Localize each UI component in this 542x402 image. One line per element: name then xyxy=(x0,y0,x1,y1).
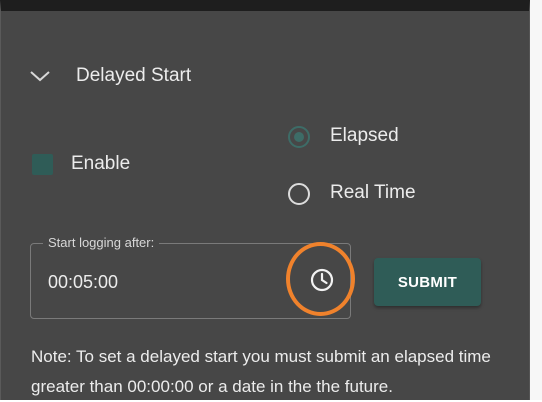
radio-selected-dot xyxy=(294,132,304,142)
delayed-start-panel: Delayed Start Enable Elapsed Real Time S… xyxy=(0,0,530,400)
enable-label: Enable xyxy=(71,153,131,174)
scrollbar-track[interactable] xyxy=(530,0,542,400)
chevron-down-icon xyxy=(29,69,51,83)
section-title: Delayed Start xyxy=(76,65,192,86)
start-logging-label: Start logging after: xyxy=(43,235,160,250)
start-logging-field[interactable]: Start logging after: 00:05:00 xyxy=(30,235,351,319)
elapsed-label: Elapsed xyxy=(330,125,399,146)
real-time-label: Real Time xyxy=(330,182,416,203)
real-time-radio[interactable] xyxy=(288,183,310,205)
start-logging-value[interactable]: 00:05:00 xyxy=(48,272,118,293)
delayed-start-header[interactable]: Delayed Start xyxy=(29,56,191,96)
enable-checkbox[interactable] xyxy=(32,154,53,175)
delayed-start-note: Note: To set a delayed start you must su… xyxy=(31,347,491,396)
clock-icon[interactable] xyxy=(307,265,337,295)
elapsed-radio[interactable] xyxy=(288,126,310,148)
submit-button[interactable]: SUBMIT xyxy=(374,258,481,306)
